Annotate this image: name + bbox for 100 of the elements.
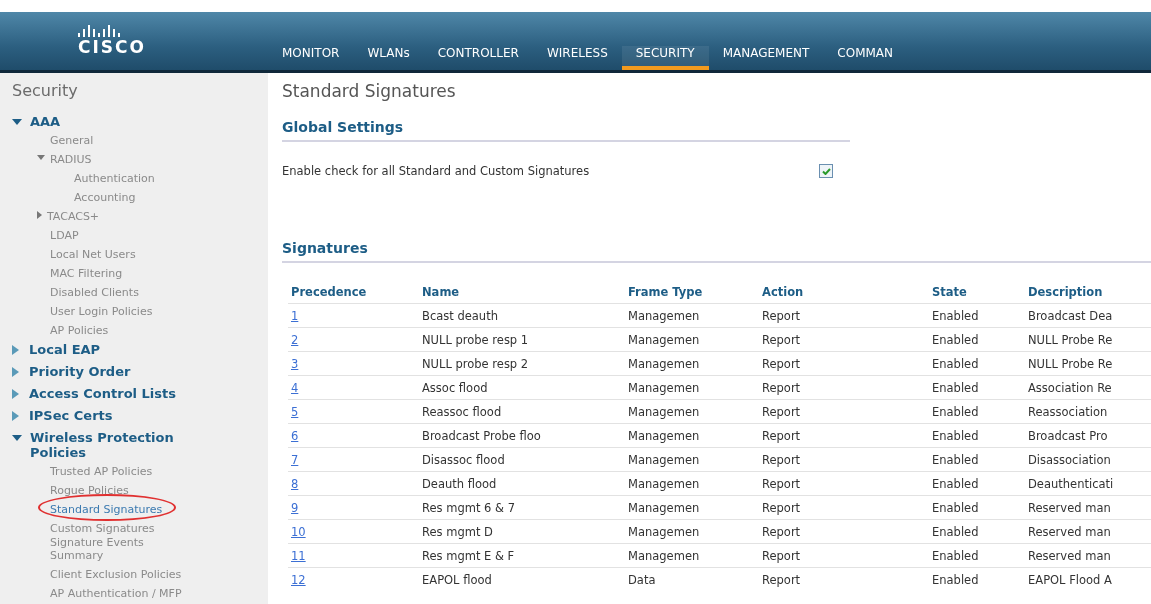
expand-caret-icon[interactable] [37, 210, 42, 219]
precedence-link[interactable]: 7 [291, 452, 299, 467]
precedence-link[interactable]: 2 [291, 332, 299, 347]
nav-tab[interactable]: SECURITY [621, 46, 709, 70]
nav-tab[interactable]: MANAGEMENT [708, 46, 824, 70]
table-cell: Managemen [625, 303, 759, 328]
nav-tab[interactable]: MONITOR [268, 46, 354, 70]
nav-tab[interactable]: WLANs [353, 46, 424, 70]
column-header: Description [1025, 281, 1151, 304]
sidebar-item[interactable]: Local Net Users [50, 248, 136, 261]
table-cell: Managemen [625, 327, 759, 352]
sidebar-item[interactable]: Client Exclusion Policies [50, 568, 182, 581]
collapse-caret-icon[interactable] [37, 155, 45, 160]
table-cell: Managemen [625, 399, 759, 424]
sidebar-item[interactable]: MAC Filtering [50, 267, 123, 280]
table-cell: Reserved man [1025, 519, 1151, 544]
column-header: Action [759, 281, 929, 304]
collapse-caret-icon[interactable] [12, 435, 22, 442]
table-cell: NULL Probe Re [1025, 327, 1151, 352]
sidebar-item[interactable]: Authentication [74, 172, 155, 185]
table-cell: Broadcast Probe floo [419, 423, 625, 448]
table-cell: Enabled [929, 495, 1025, 520]
sidebar-item[interactable]: Standard Signatures [50, 503, 163, 516]
collapse-caret-icon[interactable] [12, 119, 22, 126]
sidebar-item[interactable]: Trusted AP Policies [50, 465, 153, 478]
expand-caret-icon[interactable] [12, 389, 19, 399]
table-cell: Managemen [625, 495, 759, 520]
nav-tab[interactable]: CONTROLLER [423, 46, 533, 70]
table-cell: Reassoc flood [419, 399, 625, 424]
table-cell: Deauthenticati [1025, 471, 1151, 496]
sidebar-item[interactable]: General [50, 134, 94, 147]
table-cell: Deauth flood [419, 471, 625, 496]
section-heading: Signatures [282, 240, 1151, 263]
table-cell: Reassociation [1025, 399, 1151, 424]
sidebar-item[interactable]: Disabled Clients [50, 286, 139, 299]
table-cell: Report [759, 351, 929, 376]
sidebar-section[interactable]: Access Control Lists [29, 386, 176, 401]
column-header: Frame Type [625, 281, 759, 304]
precedence-link[interactable]: 9 [291, 500, 299, 515]
sidebar-item[interactable]: User Login Policies [50, 305, 153, 318]
precedence-link[interactable]: 8 [291, 476, 299, 491]
sidebar-item[interactable]: AP Policies [50, 324, 109, 337]
table-cell: Managemen [625, 447, 759, 472]
expand-caret-icon[interactable] [12, 345, 19, 355]
logo-text: CISCO [78, 37, 146, 57]
sidebar-item[interactable]: RADIUS [50, 153, 92, 166]
sidebar-item[interactable]: AP Authentication / MFP [50, 587, 182, 600]
table-cell: Managemen [625, 423, 759, 448]
table-cell: Enabled [929, 375, 1025, 400]
sidebar-section[interactable]: Priority Order [29, 364, 131, 379]
expand-caret-icon[interactable] [12, 411, 19, 421]
table-cell: Res mgmt 6 & 7 [419, 495, 625, 520]
checkbox[interactable] [819, 164, 833, 178]
table-cell: Bcast deauth [419, 303, 625, 328]
nav-tab[interactable]: COMMAN [823, 46, 908, 70]
table-cell: Association Re [1025, 375, 1151, 400]
table-cell: Managemen [625, 519, 759, 544]
precedence-link[interactable]: 12 [291, 572, 306, 587]
table-cell: Data [625, 567, 759, 591]
logo-bars-icon [78, 25, 122, 37]
table-cell: NULL Probe Re [1025, 351, 1151, 376]
table-cell: Report [759, 327, 929, 352]
table-cell: Enabled [929, 399, 1025, 424]
precedence-link[interactable]: 10 [291, 524, 306, 539]
table-cell: Managemen [625, 375, 759, 400]
sidebar-title: Security [12, 81, 79, 100]
sidebar-section[interactable]: IPSec Certs [29, 408, 113, 423]
table-cell: Enabled [929, 471, 1025, 496]
precedence-link[interactable]: 1 [291, 308, 299, 323]
sidebar-item[interactable]: Signature Events Summary [50, 536, 200, 562]
table-cell: Report [759, 423, 929, 448]
sidebar-section[interactable]: AAA [30, 114, 61, 129]
table-cell: Disassoc flood [419, 447, 625, 472]
precedence-link[interactable]: 3 [291, 356, 299, 371]
precedence-link[interactable]: 11 [291, 548, 306, 563]
sidebar-item[interactable]: Accounting [74, 191, 136, 204]
sidebar-section[interactable]: Wireless Protection Policies [30, 430, 230, 460]
precedence-link[interactable]: 6 [291, 428, 299, 443]
table-cell: Assoc flood [419, 375, 625, 400]
sidebar-item[interactable]: TACACS+ [47, 210, 100, 223]
table-cell: NULL probe resp 1 [419, 327, 625, 352]
sidebar-item[interactable]: Rogue Policies [50, 484, 129, 497]
table-cell: Report [759, 495, 929, 520]
sidebar-item[interactable]: LDAP [50, 229, 79, 242]
table-cell: Res mgmt E & F [419, 543, 625, 568]
sidebar-item[interactable]: Custom Signatures [50, 522, 155, 535]
table-cell: Res mgmt D [419, 519, 625, 544]
expand-caret-icon[interactable] [12, 367, 19, 377]
table-cell: EAPOL Flood A [1025, 567, 1151, 591]
table-cell: Report [759, 543, 929, 568]
table-cell: Broadcast Dea [1025, 303, 1151, 328]
precedence-link[interactable]: 5 [291, 404, 299, 419]
nav-tab[interactable]: WIRELESS [532, 46, 622, 70]
sidebar-section[interactable]: Local EAP [29, 342, 101, 357]
table-cell: Disassociation [1025, 447, 1151, 472]
table-cell: Managemen [625, 543, 759, 568]
table-cell: Broadcast Pro [1025, 423, 1151, 448]
setting-label: Enable check for all Standard and Custom Signatures [282, 164, 590, 178]
table-cell: Enabled [929, 543, 1025, 568]
precedence-link[interactable]: 4 [291, 380, 299, 395]
